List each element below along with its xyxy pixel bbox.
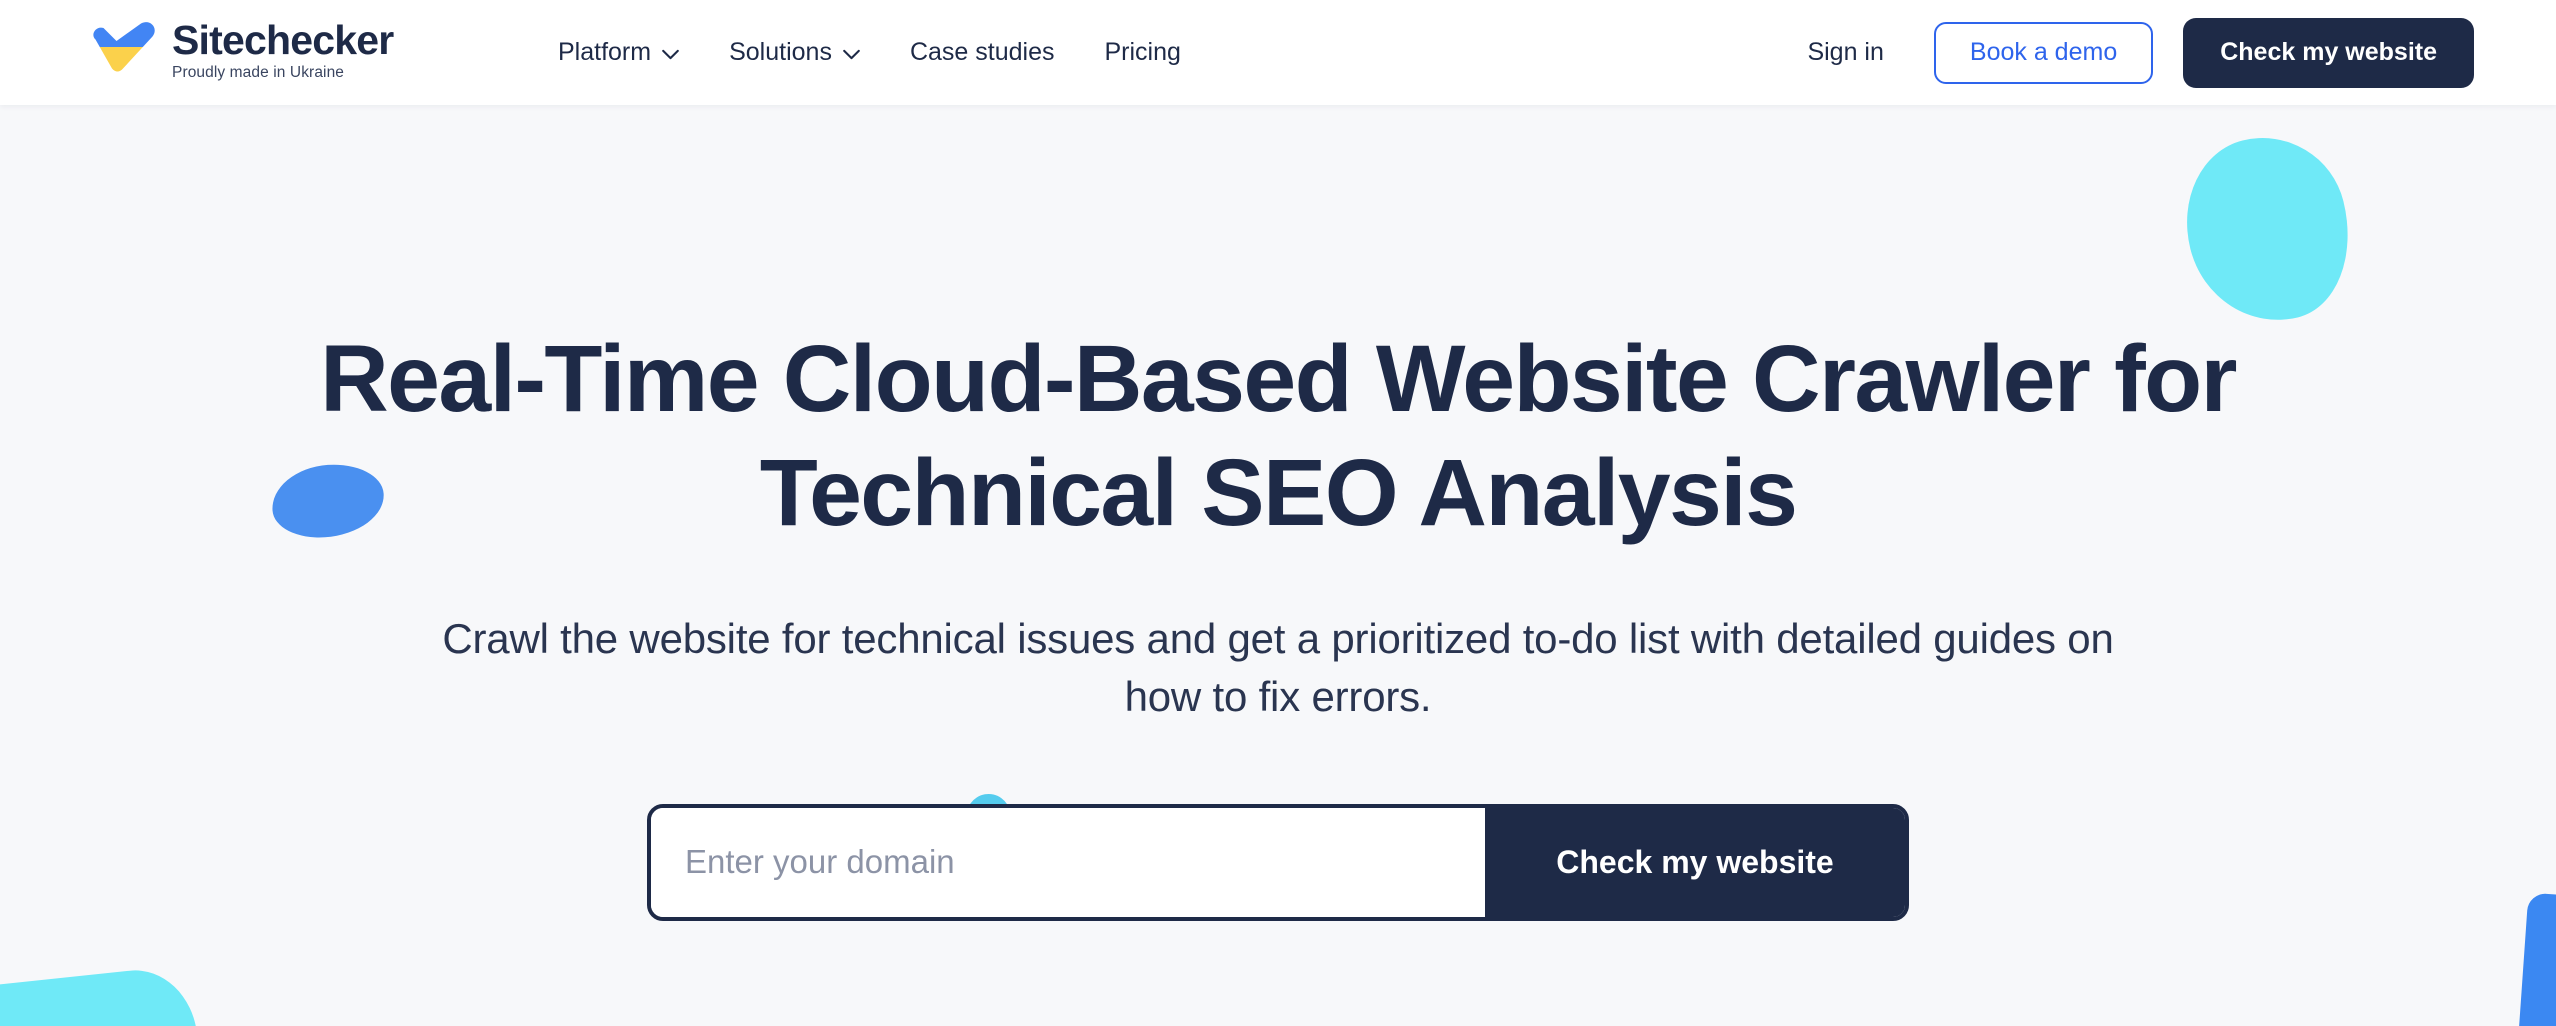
- nav-item-case-studies[interactable]: Case studies: [892, 28, 1073, 77]
- nav-item-pricing[interactable]: Pricing: [1086, 28, 1198, 77]
- book-a-demo-button[interactable]: Book a demo: [1933, 21, 2154, 84]
- page-title-line-1: Real-Time Cloud-Based Website Crawler fo…: [320, 326, 2237, 432]
- header-check-my-website-button[interactable]: Check my website: [2183, 17, 2474, 88]
- hero-subtitle: Crawl the website for technical issues a…: [442, 615, 2114, 720]
- logo-text: Sitechecker Proudly made in Ukraine: [172, 17, 394, 81]
- chevron-down-icon: [843, 49, 860, 59]
- nav-item-case-studies-label: Case studies: [909, 38, 1055, 66]
- hero-content: Real-Time Cloud-Based Website Crawler fo…: [0, 105, 2556, 921]
- sitechecker-checkmark-logo-icon: [93, 22, 155, 72]
- header-actions: Sign in Book a demo Check my website: [1801, 0, 2474, 105]
- page-title: Real-Time Cloud-Based Website Crawler fo…: [128, 322, 2428, 550]
- page-root: Sitechecker Proudly made in Ukraine Plat…: [0, 0, 2556, 1026]
- chevron-down-icon: [662, 49, 679, 59]
- main-navigation: Platform Solutions Case studies Pricing: [540, 0, 1199, 105]
- sign-in-link[interactable]: Sign in: [1801, 28, 1889, 77]
- cyan-blob-bottom-left-decoration: [0, 964, 213, 1026]
- site-header: Sitechecker Proudly made in Ukraine Plat…: [0, 0, 2556, 105]
- page-title-line-2: Technical SEO Analysis: [759, 440, 1798, 546]
- hero-check-my-website-button[interactable]: Check my website: [1485, 807, 1905, 917]
- logo-tagline: Proudly made in Ukraine: [172, 63, 345, 81]
- nav-item-solutions[interactable]: Solutions: [711, 28, 878, 77]
- nav-item-solutions-label: Solutions: [729, 38, 832, 66]
- nav-item-platform[interactable]: Platform: [540, 28, 697, 77]
- domain-input[interactable]: [651, 807, 1485, 917]
- nav-item-platform-label: Platform: [558, 38, 652, 66]
- logo-wordmark: Sitechecker: [172, 17, 394, 63]
- hero-section: Real-Time Cloud-Based Website Crawler fo…: [0, 105, 2556, 1026]
- domain-check-form: Check my website: [647, 803, 1909, 921]
- nav-item-pricing-label: Pricing: [1104, 38, 1181, 66]
- logo-link[interactable]: Sitechecker Proudly made in Ukraine: [88, 17, 394, 81]
